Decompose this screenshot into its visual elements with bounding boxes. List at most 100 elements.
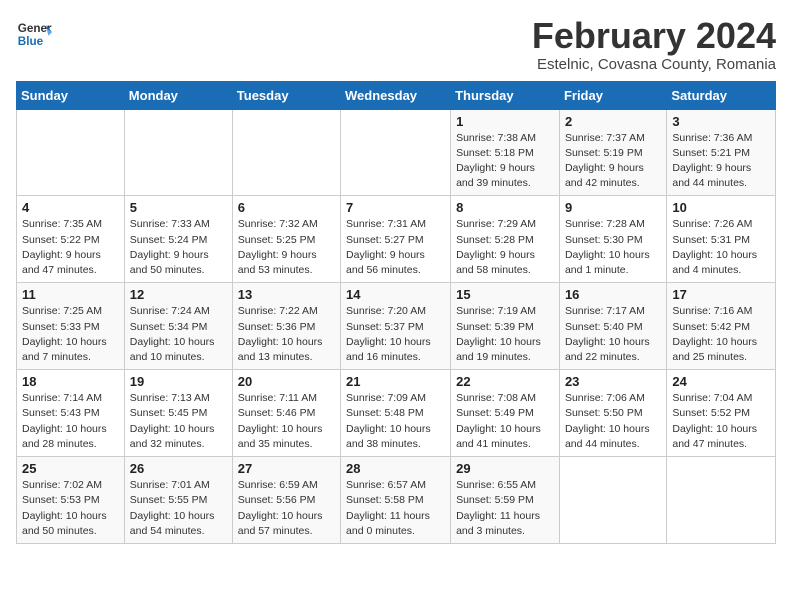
day-number: 16: [565, 287, 661, 302]
week-row-2: 4Sunrise: 7:35 AM Sunset: 5:22 PM Daylig…: [17, 196, 776, 283]
calendar-table: Sunday Monday Tuesday Wednesday Thursday…: [16, 81, 776, 544]
day-number: 9: [565, 200, 661, 215]
day-number: 2: [565, 114, 661, 129]
day-info: Sunrise: 7:29 AM Sunset: 5:28 PM Dayligh…: [456, 217, 554, 278]
day-info: Sunrise: 7:36 AM Sunset: 5:21 PM Dayligh…: [672, 131, 770, 192]
day-info: Sunrise: 7:33 AM Sunset: 5:24 PM Dayligh…: [130, 217, 227, 278]
calendar-cell: 2 Sunrise: 7:37 AM Sunset: 5:19 PM Daylig…: [559, 109, 666, 196]
svg-text:Blue: Blue: [18, 35, 44, 48]
day-info: Sunrise: 6:57 AM Sunset: 5:58 PM Dayligh…: [346, 478, 445, 539]
day-info: Sunrise: 7:01 AM Sunset: 5:55 PM Dayligh…: [130, 478, 227, 539]
week-row-3: 11Sunrise: 7:25 AM Sunset: 5:33 PM Dayli…: [17, 283, 776, 370]
day-number: 22: [456, 374, 554, 389]
calendar-cell: 12 Sunrise: 7:24 AM Sunset: 5:34 PM Dayli…: [124, 283, 232, 370]
day-info: Sunrise: 7:17 AM Sunset: 5:40 PM Dayligh…: [565, 304, 661, 365]
day-info: Sunrise: 7:19 AM Sunset: 5:39 PM Dayligh…: [456, 304, 554, 365]
calendar-title: February 2024: [532, 16, 776, 56]
calendar-cell: 28 Sunrise: 6:57 AM Sunset: 5:58 PM Dayli…: [341, 457, 451, 544]
day-info: Sunrise: 7:02 AM Sunset: 5:53 PM Dayligh…: [22, 478, 119, 539]
col-tuesday: Tuesday: [232, 81, 340, 109]
week-row-4: 18 Sunrise: 7:14 AM Sunset: 5:43 PM Dayli…: [17, 370, 776, 457]
day-info: Sunrise: 6:55 AM Sunset: 5:59 PM Dayligh…: [456, 478, 554, 539]
day-number: 26: [130, 461, 227, 476]
day-number: 6: [238, 200, 335, 215]
col-monday: Monday: [124, 81, 232, 109]
calendar-cell: 9 Sunrise: 7:28 AM Sunset: 5:30 PM Daylig…: [559, 196, 666, 283]
day-number: 11: [22, 287, 119, 302]
day-info: Sunrise: 7:14 AM Sunset: 5:43 PM Dayligh…: [22, 391, 119, 452]
day-number: 17: [672, 287, 770, 302]
calendar-cell: 11Sunrise: 7:25 AM Sunset: 5:33 PM Dayli…: [17, 283, 125, 370]
calendar-subtitle: Estelnic, Covasna County, Romania: [532, 56, 776, 73]
page-header: General Blue February 2024 Estelnic, Cov…: [16, 16, 776, 73]
calendar-cell: 23 Sunrise: 7:06 AM Sunset: 5:50 PM Dayli…: [559, 370, 666, 457]
calendar-cell: 24Sunrise: 7:04 AM Sunset: 5:52 PM Dayli…: [667, 370, 776, 457]
day-info: Sunrise: 7:06 AM Sunset: 5:50 PM Dayligh…: [565, 391, 661, 452]
col-wednesday: Wednesday: [341, 81, 451, 109]
day-number: 14: [346, 287, 445, 302]
day-number: 15: [456, 287, 554, 302]
day-number: 25: [22, 461, 119, 476]
day-info: Sunrise: 7:24 AM Sunset: 5:34 PM Dayligh…: [130, 304, 227, 365]
day-info: Sunrise: 7:35 AM Sunset: 5:22 PM Dayligh…: [22, 217, 119, 278]
day-info: Sunrise: 7:08 AM Sunset: 5:49 PM Dayligh…: [456, 391, 554, 452]
day-info: Sunrise: 7:38 AM Sunset: 5:18 PM Dayligh…: [456, 131, 554, 192]
day-number: 27: [238, 461, 335, 476]
calendar-cell: 29 Sunrise: 6:55 AM Sunset: 5:59 PM Dayli…: [451, 457, 560, 544]
calendar-cell: [124, 109, 232, 196]
day-info: Sunrise: 7:26 AM Sunset: 5:31 PM Dayligh…: [672, 217, 770, 278]
day-number: 13: [238, 287, 335, 302]
day-number: 3: [672, 114, 770, 129]
calendar-cell: 21Sunrise: 7:09 AM Sunset: 5:48 PM Dayli…: [341, 370, 451, 457]
calendar-cell: 17 Sunrise: 7:16 AM Sunset: 5:42 PM Dayli…: [667, 283, 776, 370]
week-row-1: 1 Sunrise: 7:38 AM Sunset: 5:18 PM Daylig…: [17, 109, 776, 196]
calendar-cell: [341, 109, 451, 196]
logo-icon: General Blue: [16, 16, 52, 52]
logo: General Blue: [16, 16, 52, 52]
calendar-cell: 8 Sunrise: 7:29 AM Sunset: 5:28 PM Daylig…: [451, 196, 560, 283]
calendar-cell: [667, 457, 776, 544]
day-number: 28: [346, 461, 445, 476]
calendar-cell: 13 Sunrise: 7:22 AM Sunset: 5:36 PM Dayli…: [232, 283, 340, 370]
calendar-cell: 27 Sunrise: 6:59 AM Sunset: 5:56 PM Dayli…: [232, 457, 340, 544]
day-info: Sunrise: 7:20 AM Sunset: 5:37 PM Dayligh…: [346, 304, 445, 365]
day-info: Sunrise: 6:59 AM Sunset: 5:56 PM Dayligh…: [238, 478, 335, 539]
calendar-cell: 19 Sunrise: 7:13 AM Sunset: 5:45 PM Dayli…: [124, 370, 232, 457]
calendar-cell: 26 Sunrise: 7:01 AM Sunset: 5:55 PM Dayli…: [124, 457, 232, 544]
day-number: 20: [238, 374, 335, 389]
day-info: Sunrise: 7:28 AM Sunset: 5:30 PM Dayligh…: [565, 217, 661, 278]
calendar-cell: 1 Sunrise: 7:38 AM Sunset: 5:18 PM Daylig…: [451, 109, 560, 196]
calendar-cell: 7Sunrise: 7:31 AM Sunset: 5:27 PM Daylig…: [341, 196, 451, 283]
day-info: Sunrise: 7:31 AM Sunset: 5:27 PM Dayligh…: [346, 217, 445, 278]
calendar-cell: 20 Sunrise: 7:11 AM Sunset: 5:46 PM Dayli…: [232, 370, 340, 457]
day-info: Sunrise: 7:13 AM Sunset: 5:45 PM Dayligh…: [130, 391, 227, 452]
day-number: 23: [565, 374, 661, 389]
calendar-cell: 3 Sunrise: 7:36 AM Sunset: 5:21 PM Daylig…: [667, 109, 776, 196]
calendar-cell: 6 Sunrise: 7:32 AM Sunset: 5:25 PM Daylig…: [232, 196, 340, 283]
calendar-cell: 5Sunrise: 7:33 AM Sunset: 5:24 PM Daylig…: [124, 196, 232, 283]
day-info: Sunrise: 7:16 AM Sunset: 5:42 PM Dayligh…: [672, 304, 770, 365]
day-number: 10: [672, 200, 770, 215]
calendar-cell: 16 Sunrise: 7:17 AM Sunset: 5:40 PM Dayli…: [559, 283, 666, 370]
day-number: 29: [456, 461, 554, 476]
day-number: 1: [456, 114, 554, 129]
day-number: 19: [130, 374, 227, 389]
calendar-cell: 10 Sunrise: 7:26 AM Sunset: 5:31 PM Dayli…: [667, 196, 776, 283]
day-info: Sunrise: 7:32 AM Sunset: 5:25 PM Dayligh…: [238, 217, 335, 278]
day-info: Sunrise: 7:22 AM Sunset: 5:36 PM Dayligh…: [238, 304, 335, 365]
day-number: 12: [130, 287, 227, 302]
day-number: 8: [456, 200, 554, 215]
day-info: Sunrise: 7:11 AM Sunset: 5:46 PM Dayligh…: [238, 391, 335, 452]
calendar-cell: 25 Sunrise: 7:02 AM Sunset: 5:53 PM Dayli…: [17, 457, 125, 544]
day-number: 24: [672, 374, 770, 389]
calendar-cell: 22 Sunrise: 7:08 AM Sunset: 5:49 PM Dayli…: [451, 370, 560, 457]
calendar-body: 1 Sunrise: 7:38 AM Sunset: 5:18 PM Daylig…: [17, 109, 776, 543]
col-friday: Friday: [559, 81, 666, 109]
day-number: 18: [22, 374, 119, 389]
calendar-cell: 4Sunrise: 7:35 AM Sunset: 5:22 PM Daylig…: [17, 196, 125, 283]
col-sunday: Sunday: [17, 81, 125, 109]
calendar-cell: 14 Sunrise: 7:20 AM Sunset: 5:37 PM Dayli…: [341, 283, 451, 370]
calendar-cell: 15 Sunrise: 7:19 AM Sunset: 5:39 PM Dayli…: [451, 283, 560, 370]
header-row: Sunday Monday Tuesday Wednesday Thursday…: [17, 81, 776, 109]
day-info: Sunrise: 7:37 AM Sunset: 5:19 PM Dayligh…: [565, 131, 661, 192]
